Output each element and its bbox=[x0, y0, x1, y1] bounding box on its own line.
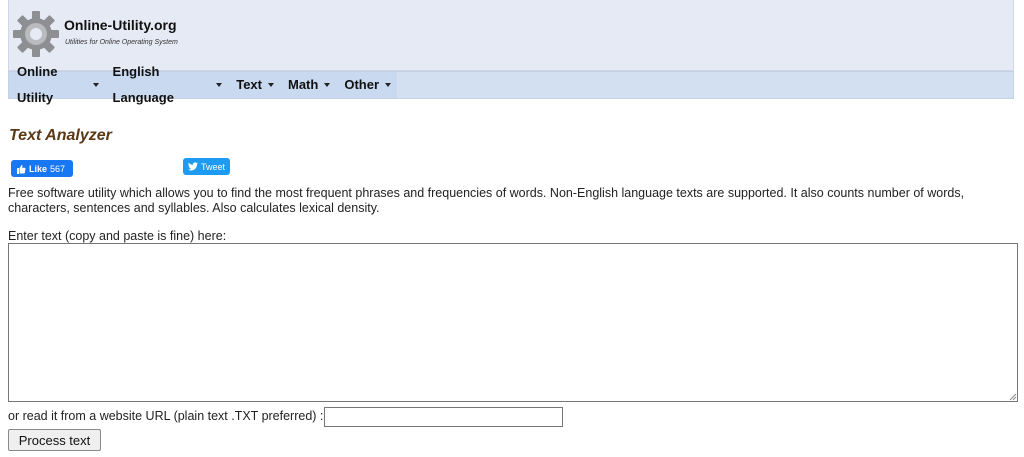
url-input-label: or read it from a website URL (plain tex… bbox=[8, 409, 324, 423]
text-input-area[interactable] bbox=[8, 243, 1018, 402]
chevron-down-icon bbox=[216, 83, 223, 87]
process-text-button[interactable]: Process text bbox=[8, 429, 101, 451]
twitter-bird-icon bbox=[188, 162, 198, 171]
resize-handle-icon[interactable] bbox=[1008, 392, 1017, 401]
chevron-down-icon bbox=[385, 83, 391, 87]
chevron-down-icon bbox=[324, 83, 331, 87]
main-navbar: Online Utility English Language Text Mat… bbox=[8, 64, 1014, 105]
page-title: Text Analyzer bbox=[9, 127, 112, 144]
site-subtitle: Utilities for Online Operating System bbox=[65, 39, 178, 46]
nav-menu: Online Utility English Language Text Mat… bbox=[9, 64, 397, 105]
nav-item-math[interactable]: Math bbox=[280, 72, 336, 98]
thumbs-up-icon bbox=[17, 164, 26, 174]
nav-item-text[interactable]: Text bbox=[228, 72, 280, 98]
nav-item-label: Other bbox=[344, 77, 379, 92]
site-title[interactable]: Online-Utility.org bbox=[64, 17, 177, 33]
nav-item-label: Math bbox=[287, 77, 319, 92]
nav-item-online-utility[interactable]: Online Utility bbox=[9, 64, 105, 105]
nav-item-label: English Language bbox=[112, 64, 174, 105]
tweet-button[interactable]: Tweet bbox=[183, 158, 230, 175]
nav-item-other[interactable]: Other bbox=[336, 72, 397, 98]
nav-item-english-language[interactable]: English Language bbox=[105, 64, 229, 105]
tweet-label: Tweet bbox=[201, 161, 226, 172]
facebook-like-button[interactable]: Like 567 bbox=[11, 160, 73, 177]
like-count: 567 bbox=[50, 163, 66, 174]
description-text: Free software utility which allows you t… bbox=[8, 186, 965, 215]
text-input-label: Enter text (copy and paste is fine) here… bbox=[8, 229, 227, 243]
nav-item-label: Text bbox=[236, 77, 262, 92]
chevron-down-icon bbox=[267, 83, 274, 87]
nav-item-label: Online Utility bbox=[17, 64, 58, 105]
like-label: Like bbox=[29, 163, 48, 174]
gear-icon[interactable] bbox=[12, 10, 60, 58]
url-input[interactable] bbox=[324, 407, 563, 427]
chevron-down-icon bbox=[92, 83, 99, 87]
